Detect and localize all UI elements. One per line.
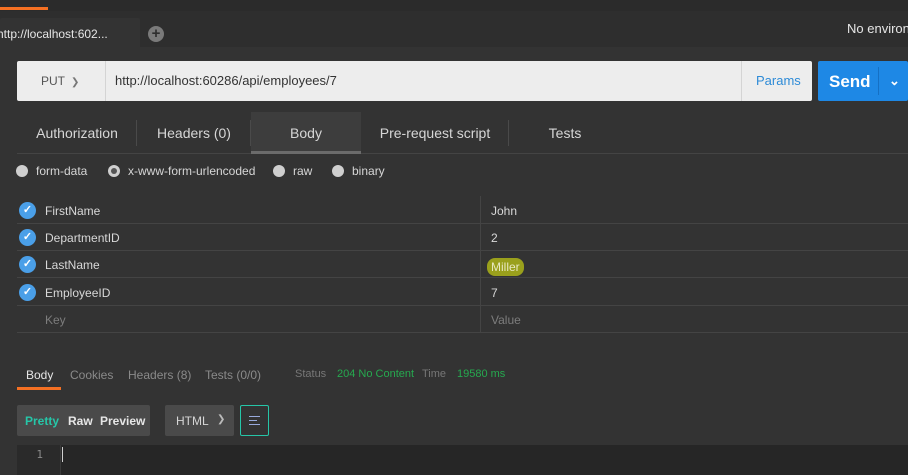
checkbox-checked-icon[interactable]: ✓ — [19, 256, 36, 273]
tab-tests[interactable]: Tests — [509, 112, 621, 154]
param-row: ✓ FirstName John — [17, 196, 908, 224]
chevron-down-icon: ❯ — [217, 414, 226, 425]
param-value[interactable]: John — [491, 204, 517, 218]
add-tab-icon[interactable]: + — [148, 26, 164, 42]
column-divider — [480, 250, 481, 278]
raw-button[interactable]: Raw — [68, 414, 93, 428]
text-cursor — [62, 447, 63, 462]
param-key[interactable]: FirstName — [45, 204, 100, 218]
time-label: Time — [422, 368, 447, 380]
chevron-down-icon: ❯ — [71, 77, 80, 88]
radio-form-data[interactable]: form-data — [16, 164, 87, 178]
time-value: 19580 ms — [457, 368, 506, 380]
checkbox-checked-icon[interactable]: ✓ — [19, 202, 36, 219]
request-tabs: Authorization Headers (0) Body Pre-reque… — [17, 112, 908, 154]
checkbox-checked-icon[interactable]: ✓ — [19, 284, 36, 301]
wrap-lines-icon[interactable] — [240, 405, 269, 436]
radio-x-www-form-urlencoded[interactable]: x-www-form-urlencoded — [108, 164, 255, 178]
radio-circle-icon — [273, 164, 285, 177]
param-row: ✓ DepartmentID 2 — [17, 223, 908, 251]
tab-headers[interactable]: Headers (0) — [137, 112, 251, 154]
column-divider — [480, 223, 481, 251]
preview-button[interactable]: Preview — [100, 414, 145, 428]
value-input-placeholder[interactable]: Value — [491, 313, 521, 327]
radio-circle-icon — [16, 164, 28, 177]
radio-binary[interactable]: binary — [332, 164, 385, 178]
send-button[interactable]: Send ⌄ — [818, 61, 908, 101]
send-divider — [878, 67, 879, 95]
response-tab-headers[interactable]: Headers (8) — [128, 368, 191, 382]
view-mode-group: Pretty Raw Preview — [17, 405, 150, 436]
checkbox-checked-icon[interactable]: ✓ — [19, 229, 36, 246]
method-select[interactable]: PUT ❯ — [17, 61, 106, 101]
param-row: ✓ EmployeeID 7 — [17, 278, 908, 306]
window-top-strip — [0, 0, 908, 11]
tab-body[interactable]: Body — [251, 112, 361, 154]
active-tab-indicator — [0, 7, 48, 10]
radio-raw[interactable]: raw — [273, 164, 312, 178]
status-value: 204 No Content — [337, 368, 415, 380]
response-tab-cookies[interactable]: Cookies — [70, 368, 113, 382]
param-row-empty: Key Value — [17, 305, 908, 333]
line-number: 1 — [17, 445, 61, 475]
response-tabs: Body Cookies Headers (8) Tests (0/0) Sta… — [17, 366, 617, 390]
response-editor[interactable]: 1 — [17, 445, 908, 475]
param-key[interactable]: DepartmentID — [45, 231, 120, 245]
param-value-highlighted[interactable]: Miller — [487, 258, 524, 276]
language-label: HTML — [176, 414, 209, 428]
column-divider — [480, 278, 481, 306]
status-label: Status — [295, 368, 327, 380]
column-divider — [480, 196, 481, 224]
request-tab-label: http://localhost:602... — [0, 27, 108, 41]
request-tab[interactable]: http://localhost:602... — [0, 18, 140, 47]
send-options-chevron-icon[interactable]: ⌄ — [889, 73, 900, 89]
key-input-placeholder[interactable]: Key — [45, 313, 66, 327]
param-key[interactable]: EmployeeID — [45, 286, 110, 300]
response-tab-tests[interactable]: Tests (0/0) — [205, 368, 261, 382]
radio-selected-icon — [108, 164, 120, 177]
tab-authorization[interactable]: Authorization — [17, 112, 137, 154]
tab-pre-request-script[interactable]: Pre-request script — [361, 112, 509, 154]
url-input[interactable]: http://localhost:60286/api/employees/7 — [115, 73, 337, 88]
language-select[interactable]: HTML ❯ — [165, 405, 234, 436]
tab-bar: http://localhost:602... + No environ — [0, 11, 908, 47]
active-tab-underline — [17, 387, 61, 390]
url-bar: PUT ❯ http://localhost:60286/api/employee… — [17, 61, 812, 101]
param-value[interactable]: 2 — [491, 231, 498, 245]
radio-circle-icon — [332, 164, 344, 177]
param-row: ✓ LastName Miller — [17, 250, 908, 278]
method-label: PUT — [41, 74, 65, 88]
response-tab-body[interactable]: Body — [17, 368, 61, 390]
environment-selector[interactable]: No environ — [847, 21, 908, 36]
param-key[interactable]: LastName — [45, 258, 100, 272]
param-value[interactable]: 7 — [491, 286, 498, 300]
pretty-button[interactable]: Pretty — [25, 414, 59, 428]
column-divider — [480, 305, 481, 333]
params-button[interactable]: Params — [741, 61, 812, 101]
send-label: Send — [829, 72, 871, 91]
